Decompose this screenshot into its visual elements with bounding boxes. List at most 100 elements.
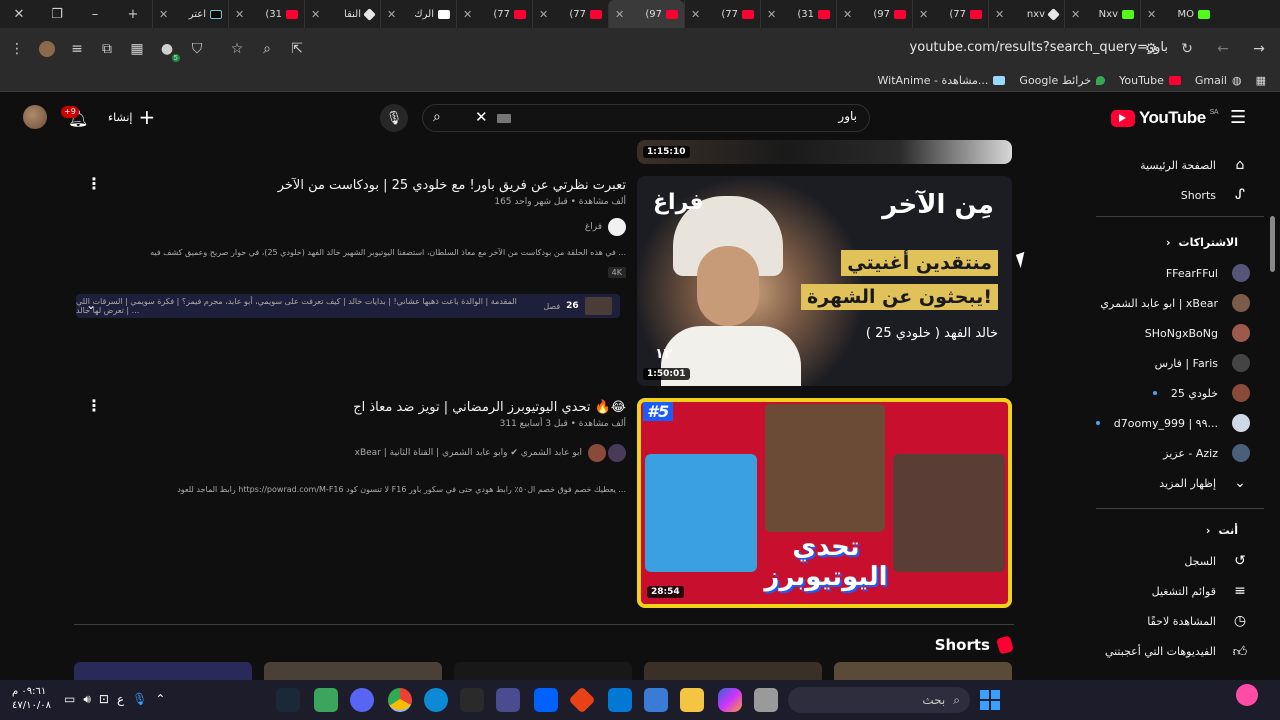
sidebar-item-home[interactable]: الصفحة الرئيسية ⌂: [1096, 150, 1250, 180]
create-button[interactable]: إنشاء +: [108, 107, 155, 127]
channel-link[interactable]: xBear | ابو عابد الشمري ✔ وابو عابد الشم…: [355, 444, 626, 462]
subscription-item[interactable]: خلودي 25: [1096, 378, 1250, 408]
sidebar-item-playlists[interactable]: قوائم التشغيل ≡: [1096, 576, 1250, 606]
video-thumbnail[interactable]: مِن الآخر فراغ منتقدين أغنيتي يبحثون عن …: [637, 176, 1012, 386]
sidebar-item-clock[interactable]: المشاهدة لاحقًا ◷: [1096, 606, 1250, 636]
account-avatar[interactable]: [23, 105, 47, 129]
show-more-button[interactable]: إظهار المزيد ⌄: [1096, 468, 1250, 498]
close-tab-icon[interactable]: ✕: [615, 8, 624, 21]
steam-icon[interactable]: [276, 688, 300, 712]
minimize-window-icon[interactable]: –: [76, 0, 114, 28]
volume-icon[interactable]: 🔊︎: [83, 692, 91, 707]
close-tab-icon[interactable]: ✕: [691, 8, 700, 21]
bookmark-witanime[interactable]: WitAnime - مشاهدة...: [878, 74, 1006, 87]
search-icon[interactable]: ⌕: [433, 109, 441, 125]
back-arrow-icon[interactable]: ←: [1210, 36, 1236, 62]
reload-icon[interactable]: ↻: [1174, 36, 1200, 62]
browser-tab[interactable]: ✕ (31: [228, 0, 304, 28]
whatsapp-icon[interactable]: [314, 688, 338, 712]
app-icon[interactable]: [496, 688, 520, 712]
file-explorer-icon[interactable]: [680, 688, 704, 712]
microphone-icon[interactable]: 🎙︎: [132, 692, 147, 707]
copilot-icon[interactable]: [718, 688, 742, 712]
video-thumbnail[interactable]: 1:15:10: [637, 140, 1012, 164]
chapters-bar[interactable]: ⌄ المقدمة | الوالدة باعت ذهبها عشاني! | …: [76, 294, 620, 318]
sidebar-item-thumbs-up[interactable]: الفيديوهات التي أعجبتني 👍︎: [1096, 636, 1250, 666]
video-title[interactable]: تحدي اليوتيوبرز الرمضاني | تويز ضد معاذ …: [353, 400, 626, 415]
chrome-icon[interactable]: [388, 688, 412, 712]
extension-badge-icon[interactable]: ● 5: [154, 36, 180, 62]
extension-icon[interactable]: ▦: [124, 36, 150, 62]
language-indicator[interactable]: ع: [117, 692, 124, 707]
subscription-item[interactable]: فارس | Faris: [1096, 348, 1250, 378]
you-heading[interactable]: › أنت: [1206, 524, 1238, 537]
battery-icon[interactable]: ▭: [64, 692, 75, 707]
menu-dots-icon[interactable]: ⋮: [4, 36, 30, 62]
forward-arrow-icon[interactable]: →: [1246, 36, 1272, 62]
more-actions-icon[interactable]: ⋮: [86, 174, 102, 193]
restore-window-icon[interactable]: ❐: [38, 0, 76, 28]
browser-tab[interactable]: ✕ الرك: [380, 0, 456, 28]
shield-icon[interactable]: ⛉: [184, 36, 210, 62]
close-tab-icon[interactable]: ✕: [159, 8, 168, 21]
subscription-item[interactable]: SHoNgxBoNg: [1096, 318, 1250, 348]
close-tab-icon[interactable]: ✕: [235, 8, 244, 21]
close-tab-icon[interactable]: ✕: [463, 8, 472, 21]
anydesk-icon[interactable]: [568, 686, 596, 714]
close-tab-icon[interactable]: ✕: [387, 8, 396, 21]
browser-tab[interactable]: ✕ (97: [836, 0, 912, 28]
subscription-item[interactable]: d7oomy_999 | ٩٩...: [1096, 408, 1250, 438]
apps-grid-icon[interactable]: ▦: [1256, 74, 1266, 87]
browser-tab[interactable]: ✕ (97: [608, 0, 684, 28]
more-actions-icon[interactable]: ⋮: [86, 396, 102, 415]
sidebar-item-shorts[interactable]: Shorts ᔑ: [1096, 180, 1250, 210]
search-input[interactable]: [497, 109, 857, 123]
bookmark-maps[interactable]: Google خرائط: [1019, 74, 1106, 87]
short-thumbnail[interactable]: [644, 662, 822, 682]
subscription-item[interactable]: عزيز - Aziz: [1096, 438, 1250, 468]
close-tab-icon[interactable]: ✕: [311, 8, 320, 21]
taskbar-search[interactable]: بحث ⌕: [788, 687, 970, 713]
edge-icon[interactable]: [424, 688, 448, 712]
notification-icon[interactable]: [1236, 684, 1258, 706]
subscriptions-heading[interactable]: › الاشتراكات: [1166, 236, 1238, 249]
close-tab-icon[interactable]: ✕: [1147, 8, 1156, 21]
bookmark-gmail[interactable]: Gmail ◍: [1195, 74, 1242, 87]
clear-search-icon[interactable]: ✕: [475, 108, 488, 126]
bookmark-star-icon[interactable]: ☆: [224, 36, 250, 62]
mail-icon[interactable]: [608, 688, 632, 712]
close-window-icon[interactable]: ✕: [0, 0, 38, 28]
channel-link[interactable]: فراغ: [585, 218, 626, 236]
browser-tab[interactable]: ✕ (77: [456, 0, 532, 28]
site-settings-icon[interactable]: ⚙: [1138, 36, 1164, 62]
close-tab-icon[interactable]: ✕: [539, 8, 548, 21]
subscription-item[interactable]: ابو عابد الشمري | xBear: [1096, 288, 1250, 318]
close-tab-icon[interactable]: ✕: [767, 8, 776, 21]
browser-tab[interactable]: ✕ (31: [760, 0, 836, 28]
clock[interactable]: ٠٩:٦١ م ٤٧/١٠/٠٨: [12, 685, 51, 713]
browser-tab[interactable]: ✕ MO: [1140, 0, 1216, 28]
store-icon[interactable]: [644, 688, 668, 712]
zoom-icon[interactable]: ⌕: [254, 36, 280, 62]
sidebar-scrollbar[interactable]: [1270, 216, 1275, 272]
short-thumbnail[interactable]: [264, 662, 442, 682]
subscription-item[interactable]: FFearFFul: [1096, 258, 1250, 288]
hamburger-menu-icon[interactable]: ☰: [1230, 108, 1250, 128]
epic-games-icon[interactable]: [460, 688, 484, 712]
dropbox-icon[interactable]: [534, 688, 558, 712]
address-bar[interactable]: youtube.com/results?search_query=باور: [910, 40, 1168, 55]
bookmark-youtube[interactable]: YouTube: [1119, 74, 1181, 87]
browser-tab[interactable]: ✕ (77: [912, 0, 988, 28]
chevron-up-icon[interactable]: ⌃: [155, 692, 165, 707]
youtube-logo[interactable]: YouTube SA: [1110, 108, 1219, 128]
new-tab-button[interactable]: +: [114, 0, 152, 28]
browser-tab[interactable]: ✕ (77: [684, 0, 760, 28]
short-thumbnail[interactable]: [834, 662, 1012, 682]
browser-tab[interactable]: ✕ nxv: [988, 0, 1064, 28]
close-tab-icon[interactable]: ✕: [843, 8, 852, 21]
close-tab-icon[interactable]: ✕: [995, 8, 1004, 21]
video-thumbnail[interactable]: #5 تحدي اليوتيوبرز 28:54: [637, 398, 1012, 608]
profile-avatar[interactable]: [34, 36, 60, 62]
close-tab-icon[interactable]: ✕: [919, 8, 928, 21]
short-thumbnail[interactable]: [74, 662, 252, 682]
